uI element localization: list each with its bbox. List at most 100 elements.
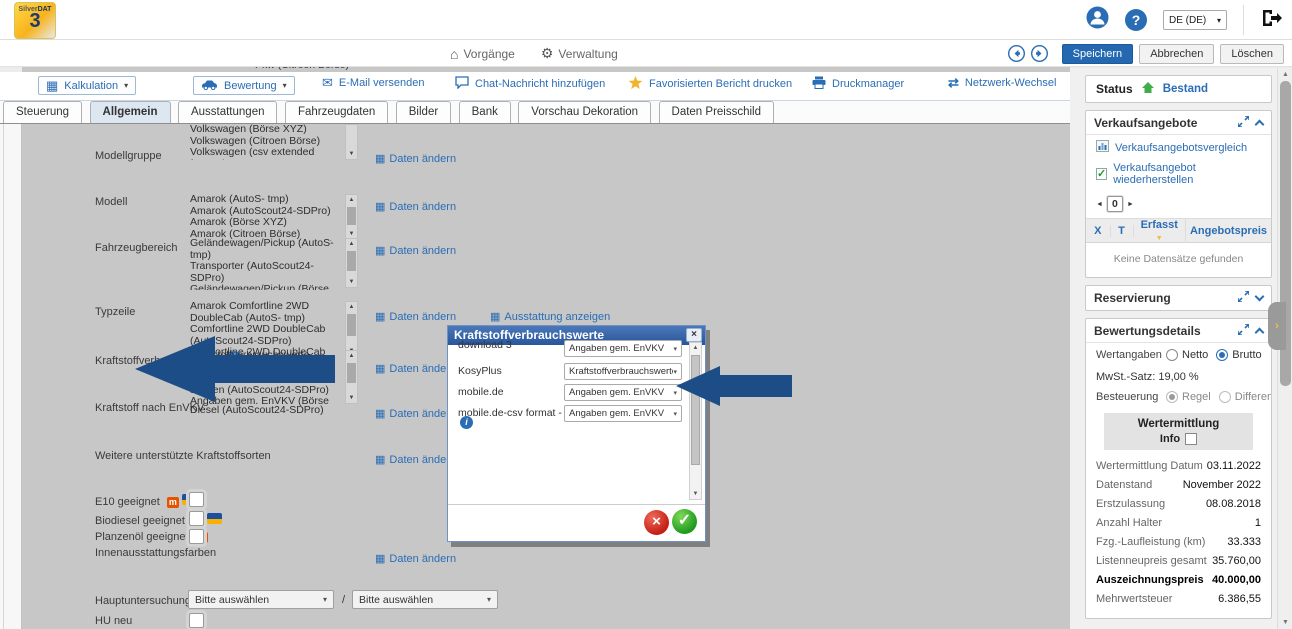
expand-panel-icon[interactable]: [1255, 292, 1265, 302]
radio-regel[interactable]: Regel: [1166, 391, 1211, 403]
scroll-up-icon[interactable]: ▲: [346, 197, 357, 203]
wertermittlung-info-checkbox[interactable]: [1185, 433, 1197, 445]
list-item[interactable]: Geländewagen/Pickup (AutoS- tmp): [190, 238, 348, 261]
help-icon[interactable]: ?: [1125, 9, 1147, 31]
logout-icon[interactable]: [1260, 8, 1282, 33]
chat-nachricht-link[interactable]: Chat-Nachricht hinzufügen: [455, 76, 605, 91]
daten-aendern-weitere[interactable]: ▦Daten ändern: [375, 453, 456, 466]
kraftstoffverbrauch-scrollbar[interactable]: ▲ ▼: [345, 350, 358, 404]
verkaufsangebot-wiederherstellen-link[interactable]: ✓ Verkaufsangebot wiederherstellen: [1086, 157, 1271, 188]
scroll-down-icon[interactable]: ▼: [346, 151, 357, 157]
confirm-button[interactable]: ✓: [672, 509, 697, 534]
favorisierten-bericht-link[interactable]: Favorisierten Bericht drucken: [628, 76, 792, 92]
pager-value[interactable]: 0: [1107, 196, 1123, 212]
pager-next-icon[interactable]: ►: [1127, 201, 1134, 208]
loeschen-button[interactable]: Löschen: [1220, 44, 1284, 64]
modell-scrollbar[interactable]: ▲ ▼: [345, 194, 358, 240]
daten-aendern-fahrzeugbereich[interactable]: ▦Daten ändern: [375, 244, 456, 257]
tab-daten-preisschild[interactable]: Daten Preisschild: [659, 101, 774, 123]
e10-checkbox[interactable]: [189, 492, 204, 507]
hauptuntersuchung-select-1[interactable]: Bitte auswählen ▾: [188, 590, 334, 609]
netzwerk-wechsel-link[interactable]: ⇄ Netzwerk-Wechsel: [948, 76, 1056, 89]
hu-neu-checkbox[interactable]: [189, 613, 204, 628]
scroll-thumb[interactable]: [347, 314, 356, 336]
slide-panel-handle[interactable]: ›: [1268, 302, 1286, 350]
mobilede-csv-select[interactable]: Angaben gem. EnVKV ▾: [564, 405, 682, 422]
scroll-thumb[interactable]: [347, 363, 356, 383]
tab-allgemein[interactable]: Allgemein: [90, 101, 171, 123]
scroll-up-icon[interactable]: ▲: [1278, 71, 1292, 78]
scroll-down-icon[interactable]: ▼: [346, 231, 357, 237]
list-item[interactable]: Amarok (Börse XYZ): [190, 217, 342, 229]
scroll-up-icon[interactable]: ▲: [690, 345, 701, 351]
tab-bank[interactable]: Bank: [459, 101, 511, 123]
tab-ausstattungen[interactable]: Ausstattungen: [178, 101, 278, 123]
verkaufsangebotsvergleich-link[interactable]: Verkaufsangebotsvergleich: [1086, 135, 1271, 157]
status-value-link[interactable]: Bestand: [1163, 83, 1208, 95]
scroll-up-icon[interactable]: ▲: [346, 304, 357, 310]
daten-aendern-innenausstattung[interactable]: ▦Daten ändern: [375, 552, 456, 565]
planzenoel-checkbox[interactable]: [189, 529, 204, 544]
nav-vorgaenge[interactable]: ⌂ Vorgänge: [450, 46, 515, 62]
radio-netto[interactable]: Netto: [1166, 349, 1208, 361]
biodiesel-checkbox[interactable]: [189, 511, 204, 526]
collapse-icon[interactable]: [1255, 327, 1265, 337]
daten-aendern-kraftstoffverbrauch[interactable]: ▦Daten ändern: [375, 362, 456, 375]
expand-icon[interactable]: [1238, 324, 1249, 338]
bewertung-dropdown[interactable]: Bewertung ▾: [193, 76, 295, 95]
scroll-down-icon[interactable]: ▼: [346, 279, 357, 285]
pager-prev-icon[interactable]: ◄: [1096, 201, 1103, 208]
list-item[interactable]: Volkswagen (csv extended format.): [190, 147, 342, 160]
druckmanager-link[interactable]: Druckmanager: [812, 76, 904, 91]
col-erfasst[interactable]: Erfasst ▼: [1134, 219, 1186, 243]
cancel-button[interactable]: ×: [644, 510, 669, 535]
fahrzeugbereich-scrollbar[interactable]: ▲ ▼: [345, 238, 358, 288]
info-icon[interactable]: i: [460, 416, 473, 429]
scroll-thumb[interactable]: [347, 251, 356, 271]
email-versenden-link[interactable]: ✉ E-Mail versenden: [322, 76, 425, 89]
tab-fahrzeugdaten[interactable]: Fahrzeugdaten: [285, 101, 388, 123]
kosyplus-select[interactable]: Kraftstoffverbrauchswerte... ▾: [564, 363, 682, 380]
hauptuntersuchung-select-2[interactable]: Bitte auswählen ▾: [352, 590, 498, 609]
modell-listbox[interactable]: Amarok (AutoS- tmp)Amarok (AutoScout24-S…: [190, 194, 342, 241]
collapse-icon[interactable]: [1255, 119, 1265, 129]
list-item[interactable]: Geländewagen/Pickup (Börse XYZ): [190, 284, 348, 290]
list-item[interactable]: Amarok (AutoS- tmp): [190, 194, 342, 206]
radio-differenz[interactable]: Differenz: [1219, 391, 1272, 403]
col-angebotspreis[interactable]: Angebotspreis: [1186, 225, 1271, 237]
list-item[interactable]: Amarok Comfortline 2WD DoubleCab (AutoS-…: [190, 301, 342, 324]
forward-icon[interactable]: [1031, 45, 1048, 62]
scroll-down-icon[interactable]: ▼: [1278, 619, 1292, 626]
daten-aendern-typzeile[interactable]: ▦Daten ändern: [375, 310, 456, 323]
hersteller-scrollbar[interactable]: ▼: [345, 124, 358, 160]
mobilede-select[interactable]: Angaben gem. EnVKV ▾: [564, 384, 682, 401]
col-t[interactable]: T: [1111, 225, 1134, 237]
tab-vorschau-dekoration[interactable]: Vorschau Dekoration: [518, 101, 651, 123]
scroll-up-icon[interactable]: ▲: [346, 241, 357, 247]
typzeile-scrollbar[interactable]: ▲ ▼: [345, 301, 358, 357]
speichern-button[interactable]: Speichern: [1062, 44, 1134, 64]
scroll-thumb[interactable]: [347, 207, 356, 225]
list-item[interactable]: Transporter (AutoScout24-SDPro): [190, 261, 348, 284]
silverdat-logo[interactable]: SilverDAT 3: [14, 2, 56, 39]
hersteller-listbox[interactable]: Volkswagen (Börse XYZ)Volkswagen (Citroe…: [190, 124, 342, 160]
scroll-down-icon[interactable]: ▼: [346, 395, 357, 401]
kalkulation-dropdown[interactable]: ▦ Kalkulation ▾: [38, 76, 136, 95]
col-x[interactable]: X: [1086, 225, 1111, 237]
list-item[interactable]: Volkswagen (Börse XYZ): [190, 124, 342, 136]
language-select[interactable]: DE (DE) ▾: [1163, 10, 1227, 30]
expand-icon[interactable]: [1238, 291, 1249, 305]
download3-select[interactable]: Angaben gem. EnVKV ▾: [564, 340, 682, 357]
daten-aendern-modellgruppe[interactable]: ▦Daten ändern: [375, 152, 456, 165]
tab-steuerung[interactable]: Steuerung: [3, 101, 82, 123]
fahrzeugbereich-listbox[interactable]: Geländewagen/Pickup (AutoS- tmp)Transpor…: [190, 238, 348, 290]
scroll-down-icon[interactable]: ▼: [690, 491, 701, 497]
abbrechen-button[interactable]: Abbrechen: [1139, 44, 1214, 64]
ausstattung-anzeigen-link[interactable]: ▦Ausstattung anzeigen: [490, 310, 610, 323]
daten-aendern-kraftstoff-envkv[interactable]: ▦Daten ändern: [375, 407, 456, 420]
tab-bilder[interactable]: Bilder: [396, 101, 451, 123]
back-icon[interactable]: [1008, 45, 1025, 62]
scroll-up-icon[interactable]: ▲: [346, 353, 357, 359]
user-icon[interactable]: [1086, 6, 1109, 34]
daten-aendern-modell[interactable]: ▦Daten ändern: [375, 200, 456, 213]
